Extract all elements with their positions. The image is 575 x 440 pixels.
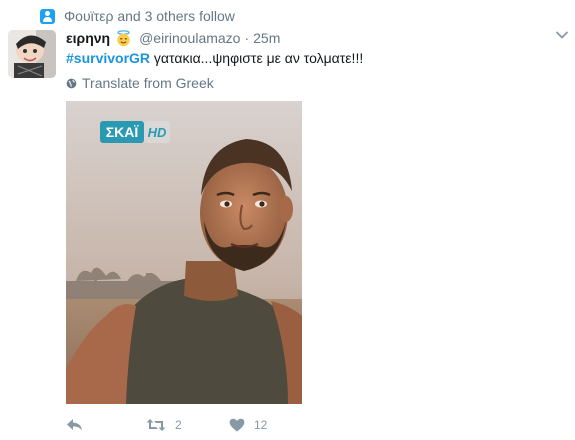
translate-link[interactable]: Translate from Greek — [66, 74, 214, 92]
social-context-text: Φουϊτερ and 3 others follow — [64, 8, 235, 24]
reply-icon — [67, 419, 82, 431]
globe-icon — [66, 78, 77, 88]
retweet-count: 2 — [175, 418, 182, 432]
social-context[interactable]: Φουϊτερ and 3 others follow — [40, 6, 235, 26]
like-button[interactable]: 12 — [229, 416, 267, 434]
like-count: 12 — [254, 418, 268, 432]
retweet-button[interactable]: 2 — [146, 416, 182, 434]
timestamp[interactable]: 25m — [253, 30, 280, 46]
retweet-icon — [146, 419, 166, 431]
avatar[interactable] — [8, 30, 56, 78]
tweet-body: γατακια...ψηφιστε με αν τολματε!!! — [150, 50, 364, 66]
tweet-photo[interactable]: ΣΚΑΪ HD — [66, 101, 302, 404]
tweet-actions: 2 12 — [66, 416, 366, 436]
tweet-header: ειρηνη @eirinoulamazo · 25m — [66, 28, 280, 48]
chevron-down-icon[interactable] — [555, 28, 569, 42]
channel-logo-suffix: HD — [148, 125, 167, 140]
heart-icon — [229, 418, 245, 432]
hashtag-link[interactable]: #survivorGR — [66, 50, 150, 66]
smiling-face-with-halo-icon — [117, 29, 130, 46]
separator: · — [244, 30, 250, 46]
tweet-text: #survivorGR γατακια...ψηφιστε με αν τολμ… — [66, 49, 363, 67]
author-handle[interactable]: @eirinoulamazo — [139, 30, 240, 46]
translate-label: Translate from Greek — [82, 75, 214, 91]
person-icon — [40, 8, 55, 24]
author-name[interactable]: ειρηνη — [66, 30, 110, 46]
reply-button[interactable] — [66, 416, 83, 434]
channel-logo-text: ΣΚΑΪ — [106, 124, 140, 140]
